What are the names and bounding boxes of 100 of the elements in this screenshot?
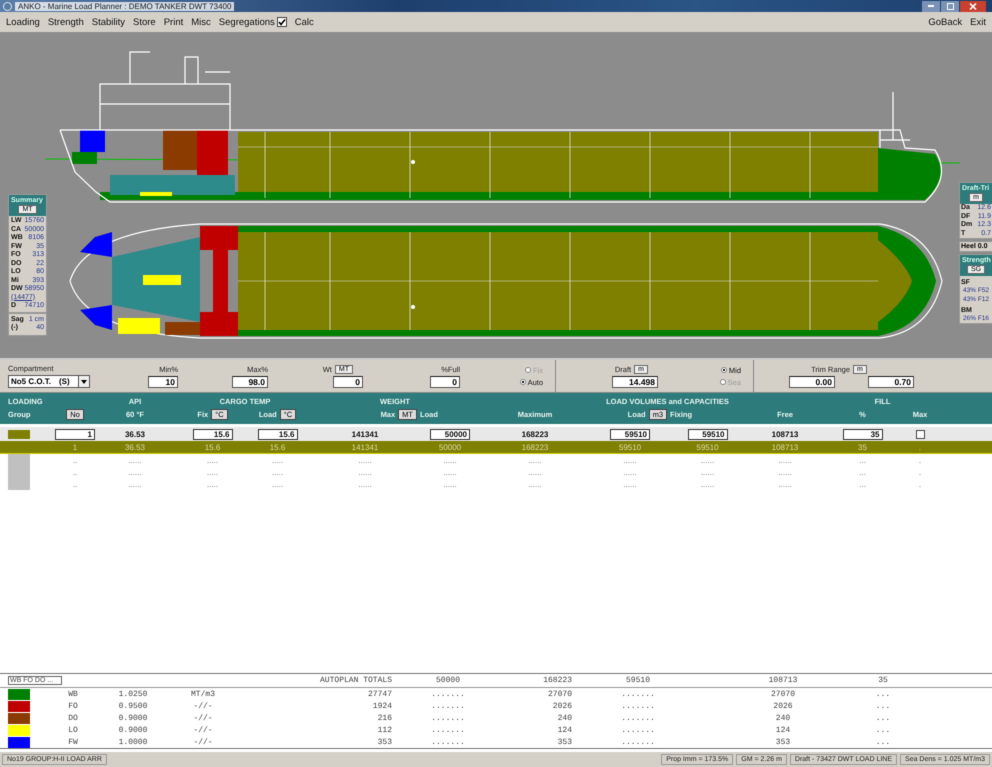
- table-input[interactable]: 35: [842, 428, 882, 440]
- fluid-name: WB: [67, 690, 79, 698]
- density-value: 1.0250: [118, 690, 148, 698]
- table-row[interactable]: .. ...... ..... ..... ...... ...... ...... ...... ...... ...... ... .: [0, 478, 992, 490]
- menu-item[interactable]: Misc: [191, 16, 211, 28]
- free-value: 124: [774, 726, 792, 734]
- table-row[interactable]: .. ...... ..... ..... ...... ...... ...... ...... ...... ...... ... .: [0, 466, 992, 478]
- full-field[interactable]: 0: [430, 376, 460, 388]
- table-cell-text: .......: [620, 738, 656, 746]
- maximize-button[interactable]: [941, 0, 959, 12]
- table-cell: ......: [358, 456, 372, 464]
- table-cell: .....: [206, 456, 218, 464]
- weight-value: 27747: [366, 690, 393, 698]
- menu-item[interactable]: Print: [164, 16, 184, 28]
- menu-checkbox[interactable]: [276, 17, 287, 27]
- max-field[interactable]: 98.0: [232, 376, 268, 388]
- fluid-name: FO: [67, 702, 79, 710]
- trim-to-field[interactable]: 0.70: [868, 376, 914, 388]
- weight-value: 1924: [372, 702, 393, 710]
- table-cell: ..: [72, 456, 78, 464]
- table-cell: ..: [72, 468, 78, 476]
- table-cell: .....: [206, 468, 218, 476]
- table-row[interactable]: 1 36.53 15.6 15.6 141341 50000 168223 59510 59510 108713 35: [0, 427, 992, 441]
- density-unit: MT/m3: [190, 690, 216, 698]
- totals-value: 35: [877, 676, 889, 685]
- table-cell: ......: [128, 480, 142, 488]
- table-row[interactable]: .. ...... ..... ..... ...... ...... ...... ...... ...... ...... ... .: [0, 454, 992, 466]
- max-checkbox[interactable]: [916, 430, 924, 438]
- table-cell: 1: [72, 442, 78, 452]
- menu-item[interactable]: Calc: [294, 16, 314, 28]
- fluid-name: FW: [67, 738, 79, 746]
- table-cell: 141341: [352, 442, 378, 452]
- window-title: ANKO - Marine Load Planner : DEMO TANKER DWT 73400: [15, 2, 234, 10]
- table-cell: 36.53: [124, 442, 146, 452]
- maximum-value: 124: [556, 726, 573, 734]
- maximum-value: 240: [556, 714, 573, 722]
- table-cell: ......: [700, 480, 714, 488]
- table-cell: 35: [858, 442, 867, 452]
- menu-item[interactable]: Exit: [970, 16, 986, 28]
- density-unit: -//-: [192, 702, 214, 710]
- compartment-dropdown[interactable]: No5 C.O.T. (S): [8, 375, 90, 388]
- table-cell: .....: [272, 480, 284, 488]
- table-cell: .: [918, 442, 922, 452]
- table-cell: 36.53: [124, 430, 146, 438]
- table-cell: ......: [128, 468, 142, 476]
- table-input[interactable]: 50000: [430, 428, 470, 440]
- table-cell: 59510: [618, 442, 642, 452]
- minimize-button[interactable]: [922, 0, 940, 12]
- table-cell: .: [918, 480, 922, 488]
- table-cell: ......: [623, 468, 637, 476]
- weight-field[interactable]: 0: [333, 376, 363, 388]
- free-value: 353: [774, 738, 792, 746]
- weight-value: 353: [376, 738, 393, 746]
- menu-item[interactable]: Store: [133, 16, 156, 28]
- table-cell: ......: [623, 480, 637, 488]
- weight-value: 216: [376, 714, 393, 722]
- table-cell: .....: [272, 456, 284, 464]
- draft-field[interactable]: 14.498: [612, 376, 658, 388]
- table-cell: ......: [700, 456, 714, 464]
- menu-item[interactable]: GoBack: [928, 16, 962, 28]
- menu-item[interactable]: Loading: [6, 16, 40, 28]
- table-cell: 15.6: [270, 442, 286, 452]
- table-cell-text: .......: [620, 690, 656, 698]
- trim-from-field[interactable]: 0.00: [789, 376, 835, 388]
- fluid-name: DO: [67, 714, 79, 722]
- table-cell-text: .......: [620, 726, 656, 734]
- table-input[interactable]: 59510: [610, 428, 650, 440]
- table-cell-text: .......: [430, 726, 466, 734]
- table-cell-text: ...: [874, 690, 892, 698]
- table-cell: ...: [859, 456, 866, 464]
- table-input[interactable]: 15.6: [258, 428, 298, 440]
- table-cell-text: ...: [874, 702, 892, 710]
- density-value: 0.9500: [118, 702, 148, 710]
- table-input[interactable]: 1: [55, 428, 95, 440]
- table-cell: 141341: [352, 430, 378, 438]
- table-cell: ......: [778, 456, 792, 464]
- density-unit: -//-: [192, 714, 214, 722]
- table-input[interactable]: 59510: [688, 428, 728, 440]
- table-cell-text: .......: [430, 690, 466, 698]
- table-input[interactable]: 15.6: [192, 428, 232, 440]
- totals-value: 59510: [624, 676, 651, 685]
- density-unit: -//-: [192, 738, 214, 746]
- table-cell: ......: [443, 456, 457, 464]
- menu-item[interactable]: Segregations: [218, 16, 275, 28]
- table-cell: ......: [778, 480, 792, 488]
- table-cell: 108713: [772, 442, 798, 452]
- table-cell: .....: [272, 468, 284, 476]
- table-cell: .: [918, 468, 922, 476]
- close-button[interactable]: [960, 0, 986, 12]
- menu-item[interactable]: Strength: [48, 16, 84, 28]
- table-cell: ......: [443, 480, 457, 488]
- table-cell: .....: [206, 480, 218, 488]
- fluid-name: LO: [67, 726, 79, 734]
- table-cell: ..: [72, 480, 78, 488]
- min-field[interactable]: 10: [148, 376, 178, 388]
- table-cell: ......: [778, 468, 792, 476]
- table-cell-text: .......: [620, 714, 656, 722]
- table-cell: ......: [358, 468, 372, 476]
- totals-value: 168223: [542, 676, 573, 685]
- menu-item[interactable]: Stability: [92, 16, 125, 28]
